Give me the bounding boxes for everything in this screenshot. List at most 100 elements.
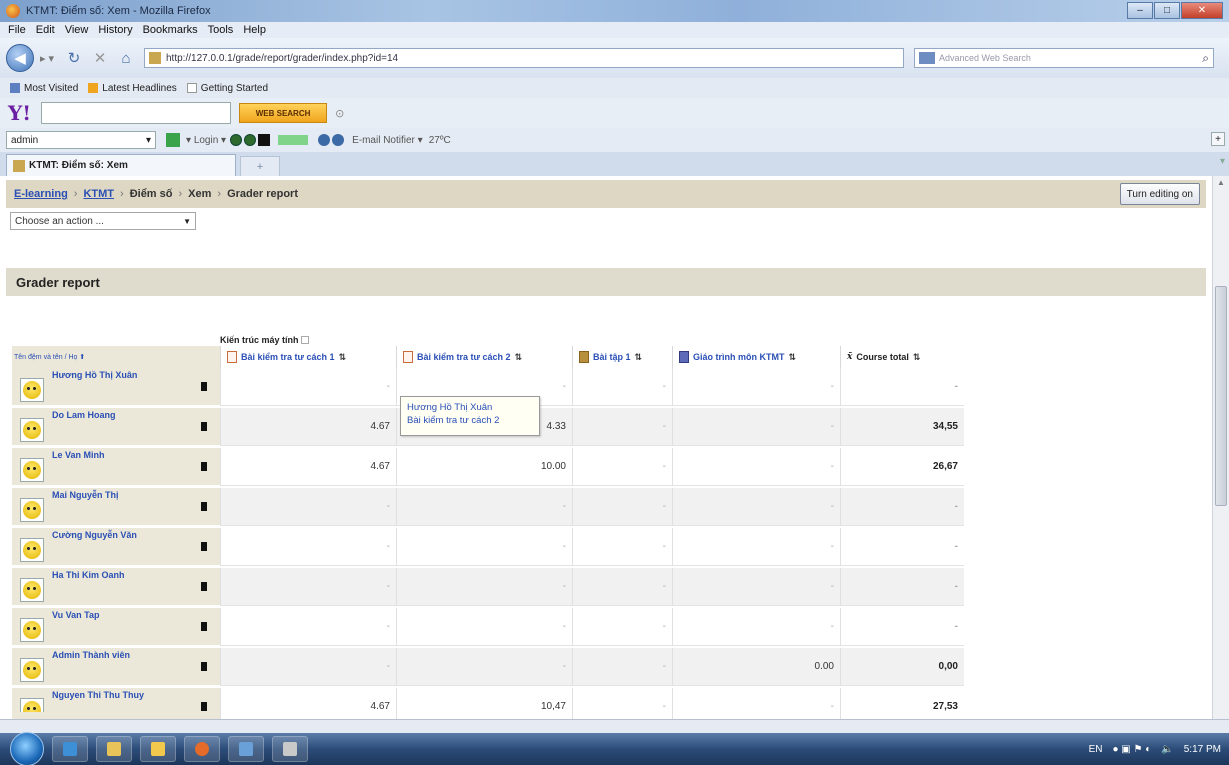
- stop-icon[interactable]: ✕: [90, 48, 110, 68]
- grade-cell[interactable]: -: [672, 608, 840, 646]
- course-total-cell[interactable]: -: [840, 368, 964, 406]
- avatar[interactable]: [20, 498, 44, 522]
- user-report-icon[interactable]: [201, 542, 207, 551]
- grade-cell[interactable]: -: [220, 528, 396, 566]
- grade-cell[interactable]: 4.67: [220, 688, 396, 719]
- choose-action-select[interactable]: Choose an action ... ▼: [10, 212, 196, 230]
- student-name-link[interactable]: Ha Thi Kim Oanh: [52, 570, 125, 580]
- user-report-icon[interactable]: [201, 422, 207, 431]
- grade-cell[interactable]: -: [572, 408, 672, 446]
- breadcrumb-course[interactable]: KTMT: [83, 188, 114, 200]
- grade-cell[interactable]: -: [672, 448, 840, 486]
- menu-item-history[interactable]: History: [98, 24, 132, 36]
- clock[interactable]: 5:17 PM: [1184, 744, 1221, 755]
- student-name-link[interactable]: Mai Nguyễn Thị: [52, 490, 119, 500]
- breadcrumb-elearning[interactable]: E-learning: [14, 188, 68, 200]
- sort-icon[interactable]: ⇅: [515, 352, 523, 363]
- menu-item-view[interactable]: View: [65, 24, 89, 36]
- avatar[interactable]: [20, 658, 44, 682]
- grade-cell[interactable]: -: [572, 488, 672, 526]
- user-report-icon[interactable]: [201, 502, 207, 511]
- grade-cell[interactable]: -: [572, 648, 672, 686]
- sort-icon[interactable]: ⇅: [913, 352, 921, 363]
- search-box[interactable]: Advanced Web Search ⌕: [914, 48, 1214, 68]
- user-report-icon[interactable]: [201, 662, 207, 671]
- course-total-cell[interactable]: 27,53: [840, 688, 964, 719]
- column-header-quiz-2[interactable]: Bài kiểm tra tư cách 2 ⇅: [396, 346, 572, 368]
- minimize-button[interactable]: –: [1127, 2, 1153, 19]
- forward-button[interactable]: ▸ ▾: [36, 48, 58, 68]
- column-header-quiz-1[interactable]: Bài kiểm tra tư cách 1 ⇅: [220, 346, 396, 368]
- turn-editing-on-button[interactable]: Turn editing on: [1119, 183, 1200, 205]
- tab-active[interactable]: KTMT: Điểm số: Xem: [6, 154, 236, 176]
- bookmark-getting-started[interactable]: Getting Started: [186, 83, 268, 94]
- grade-cell[interactable]: -: [220, 488, 396, 526]
- grade-cell[interactable]: -: [572, 688, 672, 719]
- email-notifier[interactable]: E-mail Notifier ▾: [352, 135, 423, 146]
- grade-cell[interactable]: -: [572, 568, 672, 606]
- taskbar-firefox-icon[interactable]: [184, 736, 220, 762]
- grade-cell[interactable]: -: [396, 608, 572, 646]
- sort-icon[interactable]: ⇅: [635, 352, 643, 363]
- user-report-icon[interactable]: [201, 582, 207, 591]
- grade-cell[interactable]: -: [220, 568, 396, 606]
- column-header-resource[interactable]: Giáo trình môn KTMT ⇅: [672, 346, 840, 368]
- menu-item-bookmarks[interactable]: Bookmarks: [143, 24, 198, 36]
- grade-cell[interactable]: 10,47: [396, 688, 572, 719]
- close-button[interactable]: ✕: [1181, 2, 1223, 19]
- blue-status-icon[interactable]: [318, 134, 346, 146]
- grade-cell[interactable]: -: [572, 528, 672, 566]
- maximize-button[interactable]: □: [1154, 2, 1180, 19]
- web-search-button[interactable]: WEB SEARCH: [239, 103, 328, 123]
- course-total-cell[interactable]: -: [840, 568, 964, 606]
- course-total-cell[interactable]: -: [840, 608, 964, 646]
- taskbar-ie-icon[interactable]: [52, 736, 88, 762]
- collapse-toggle-icon[interactable]: [300, 335, 309, 344]
- grade-cell[interactable]: -: [672, 528, 840, 566]
- column-header-assignment-1[interactable]: Bài tập 1 ⇅: [572, 346, 672, 368]
- search-icon[interactable]: ⌕: [1202, 51, 1209, 66]
- student-name-link[interactable]: Vu Van Tap: [52, 610, 100, 620]
- course-total-cell[interactable]: -: [840, 488, 964, 526]
- toolbar-add-button[interactable]: +: [1211, 132, 1225, 146]
- start-button[interactable]: [10, 732, 44, 765]
- course-total-cell[interactable]: 0,00: [840, 648, 964, 686]
- grade-cell[interactable]: -: [220, 608, 396, 646]
- reload-icon[interactable]: ↻: [64, 48, 84, 68]
- avatar[interactable]: [20, 578, 44, 602]
- user-report-icon[interactable]: [201, 622, 207, 631]
- user-report-icon[interactable]: [201, 382, 207, 391]
- grade-cell[interactable]: -: [572, 608, 672, 646]
- search-engine-icon[interactable]: [919, 52, 935, 64]
- settings-icon[interactable]: ⊙: [335, 107, 344, 120]
- volume-icon[interactable]: 🔈: [1161, 744, 1173, 755]
- sort-icon[interactable]: ⬆: [79, 353, 85, 361]
- addon-green-icon[interactable]: [166, 133, 180, 147]
- avatar[interactable]: [20, 378, 44, 402]
- grade-cell[interactable]: -: [220, 368, 396, 406]
- user-select[interactable]: admin ▾: [6, 131, 156, 149]
- scrollbar-thumb[interactable]: [1215, 286, 1227, 506]
- sort-icon[interactable]: ⇅: [339, 352, 347, 363]
- menu-item-edit[interactable]: Edit: [36, 24, 55, 36]
- grade-cell[interactable]: -: [396, 648, 572, 686]
- breadcrumb-grades[interactable]: Điểm số: [130, 188, 173, 200]
- avatar[interactable]: [20, 618, 44, 642]
- scroll-up-icon[interactable]: ▲: [1217, 178, 1225, 187]
- url-bar[interactable]: http://127.0.0.1/grade/report/grader/ind…: [144, 48, 904, 68]
- taskbar-app-icon[interactable]: [272, 736, 308, 762]
- breadcrumb-view[interactable]: Xem: [188, 188, 211, 200]
- course-total-cell[interactable]: 34,55: [840, 408, 964, 446]
- grade-cell[interactable]: 4.67: [220, 408, 396, 446]
- grade-cell[interactable]: -: [220, 648, 396, 686]
- taskbar-explorer-icon[interactable]: [96, 736, 132, 762]
- vertical-scrollbar[interactable]: ▲: [1212, 176, 1229, 719]
- student-name-link[interactable]: Admin Thành viên: [52, 650, 130, 660]
- bookmark-most-visited[interactable]: Most Visited: [10, 83, 78, 94]
- yahoo-search-input[interactable]: [41, 102, 232, 124]
- user-report-icon[interactable]: [201, 702, 207, 711]
- avatar[interactable]: [20, 418, 44, 442]
- grade-cell[interactable]: 4.67: [220, 448, 396, 486]
- grade-cell[interactable]: -: [672, 368, 840, 406]
- grade-cell[interactable]: -: [672, 488, 840, 526]
